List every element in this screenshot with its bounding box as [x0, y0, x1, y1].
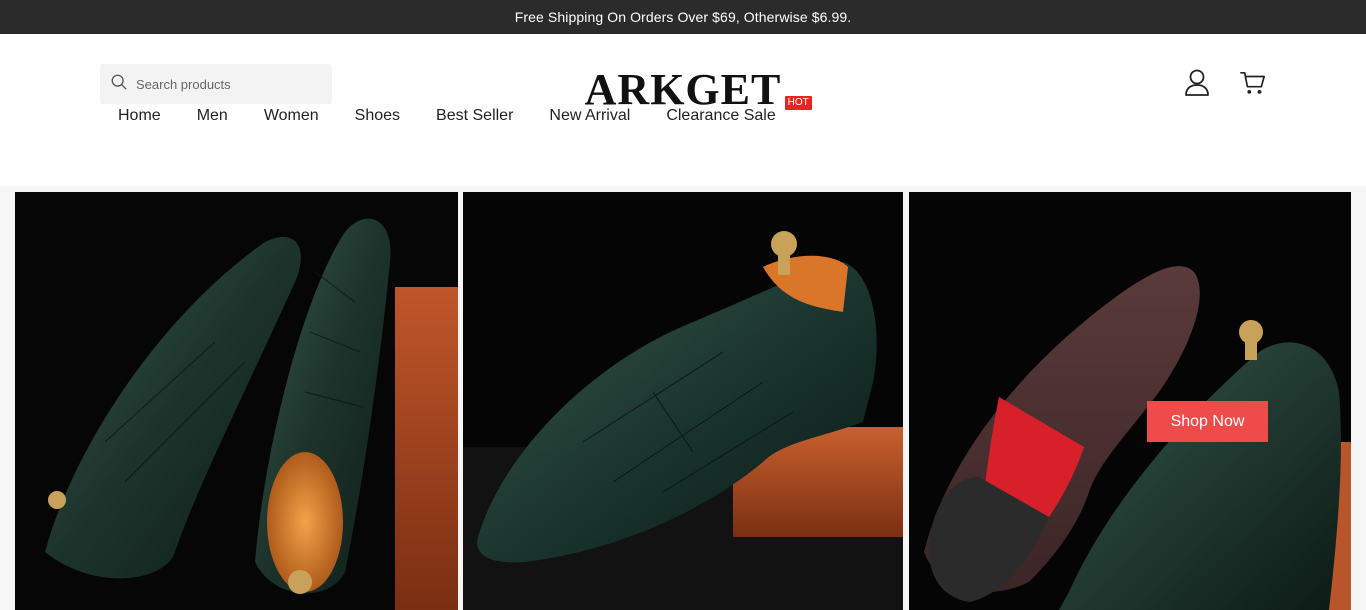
shoe-side-image[interactable] — [463, 192, 903, 610]
hot-badge: HOT — [784, 96, 812, 110]
main-nav: Home Men Women Shoes Best Seller New Arr… — [100, 96, 812, 128]
shoe-pair-image[interactable] — [15, 192, 458, 610]
hero-banner: Shop Now — [0, 186, 1366, 610]
nav-item-shoes[interactable]: Shoes — [337, 104, 418, 128]
nav-item-men[interactable]: Men — [179, 104, 246, 128]
user-icon[interactable] — [1184, 68, 1210, 98]
nav-item-new-arrival[interactable]: New Arrival — [531, 104, 648, 128]
nav-item-women[interactable]: Women — [246, 104, 337, 128]
cart-icon[interactable] — [1240, 68, 1266, 98]
announcement-bar: Free Shipping On Orders Over $69, Otherw… — [0, 0, 1366, 34]
nav-item-best-seller[interactable]: Best Seller — [418, 104, 531, 128]
header-icons — [1184, 68, 1266, 98]
nav-item-clearance-sale[interactable]: Clearance Sale HOT — [648, 96, 812, 128]
announcement-text: Free Shipping On Orders Over $69, Otherw… — [514, 9, 852, 25]
shoe-sole-image[interactable] — [909, 192, 1351, 610]
nav-item-home[interactable]: Home — [100, 104, 179, 128]
nav-item-label: Clearance Sale — [666, 107, 776, 124]
shop-now-button[interactable]: Shop Now — [1147, 401, 1268, 442]
